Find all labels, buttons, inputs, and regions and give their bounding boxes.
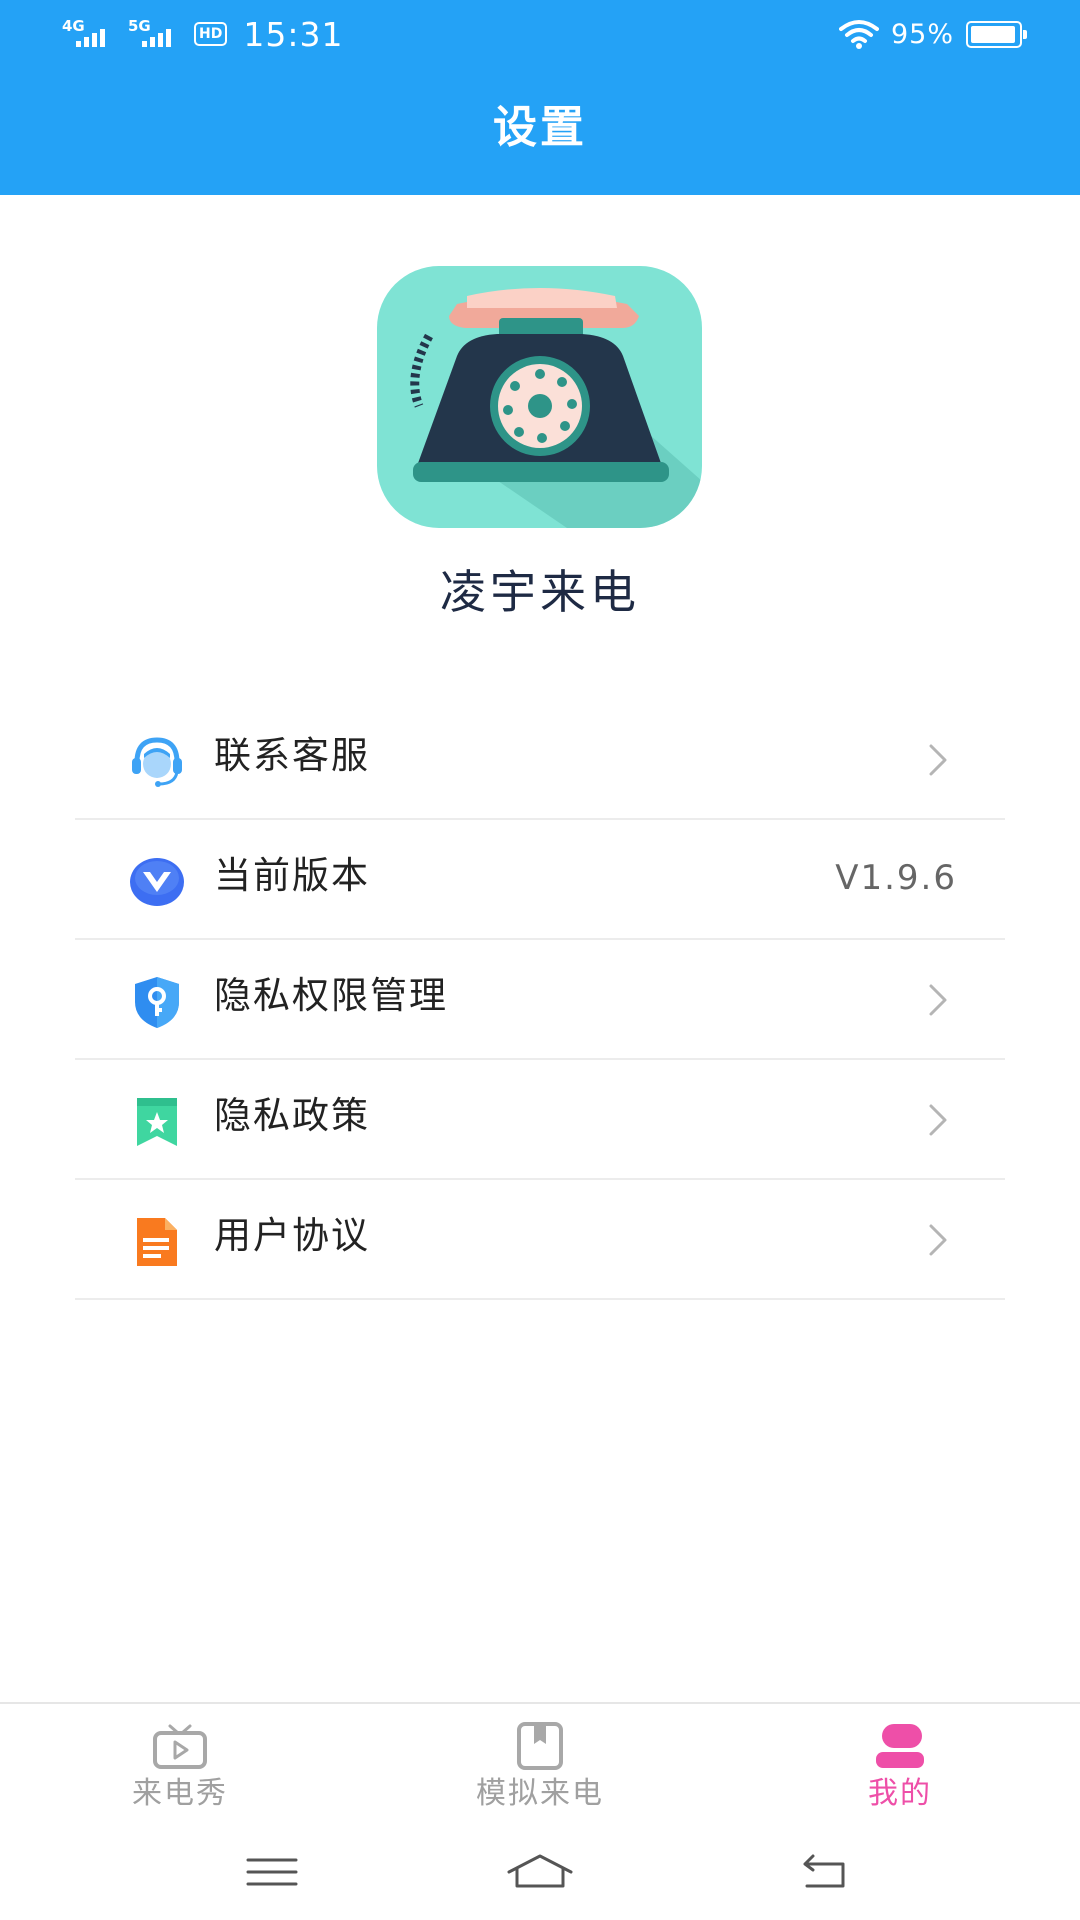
tab-label: 模拟来电 [476, 1776, 604, 1811]
menu-item-label: 隐私政策 [214, 1094, 370, 1137]
menu-item-label: 隐私权限管理 [214, 974, 448, 1017]
rotary-telephone-icon [377, 266, 702, 528]
version-value: V1.9.6 [835, 858, 957, 898]
menu-item-label: 联系客服 [214, 734, 370, 777]
chevron-right-icon [929, 744, 947, 776]
home-icon[interactable] [505, 1848, 575, 1896]
status-left: 4G 5G HD 15:31 [62, 14, 343, 54]
chevron-right-icon [929, 1104, 947, 1136]
signal-icon: 4G [62, 17, 118, 49]
tab-label: 来电秀 [132, 1776, 228, 1811]
battery-percent: 95% [890, 18, 954, 50]
profile-icon [876, 1724, 924, 1768]
menu-item-user-agreement[interactable]: 用户协议 [75, 1180, 1005, 1300]
chevron-right-icon [929, 1224, 947, 1256]
app-name: 凌宇来电 [440, 565, 640, 619]
privacy-shield-icon [135, 977, 179, 1028]
battery-fill [971, 25, 1015, 43]
settings-menu: 联系客服 当前版本 V1.9.6 隐私权限管理 隐私政策 用户协议 [75, 700, 1005, 1300]
hd-icon: HD [194, 22, 228, 46]
menu-item-label: 当前版本 [214, 854, 370, 897]
menu-item-privacy-policy[interactable]: 隐私政策 [75, 1060, 1005, 1180]
wifi-icon [838, 20, 879, 49]
bottom-nav: 来电秀 模拟来电 我的 [0, 1702, 1080, 1832]
menu-item-contact-support[interactable]: 联系客服 [75, 700, 1005, 820]
tab-label: 我的 [868, 1776, 932, 1811]
customer-service-icon [132, 737, 182, 787]
policy-bookmark-icon [137, 1098, 177, 1146]
menu-item-privacy-permissions[interactable]: 隐私权限管理 [75, 940, 1005, 1060]
tab-simulated-call[interactable]: 模拟来电 [440, 1722, 640, 1832]
menu-icon[interactable] [242, 1848, 302, 1896]
signal-icon: 5G [128, 17, 184, 49]
chevron-right-icon [929, 984, 947, 1016]
app-header: 4G 5G HD 15:31 95% 设置 [0, 0, 1080, 195]
status-time: 15:31 [243, 14, 344, 54]
back-icon[interactable] [795, 1848, 855, 1896]
battery-icon [966, 20, 1027, 48]
page-title: 设置 [493, 102, 587, 153]
document-icon [137, 1218, 177, 1266]
version-icon [130, 858, 184, 906]
menu-item-current-version[interactable]: 当前版本 V1.9.6 [75, 820, 1005, 940]
tab-mine[interactable]: 我的 [800, 1722, 1000, 1832]
menu-item-label: 用户协议 [214, 1214, 370, 1257]
book-icon [517, 1722, 563, 1770]
tab-caller-show[interactable]: 来电秀 [80, 1722, 280, 1832]
status-right: 95% [838, 14, 1027, 54]
tv-play-icon [153, 1724, 207, 1769]
status-bar: 4G 5G HD 15:31 95% [0, 0, 1080, 70]
system-nav-bar [0, 1832, 1080, 1920]
